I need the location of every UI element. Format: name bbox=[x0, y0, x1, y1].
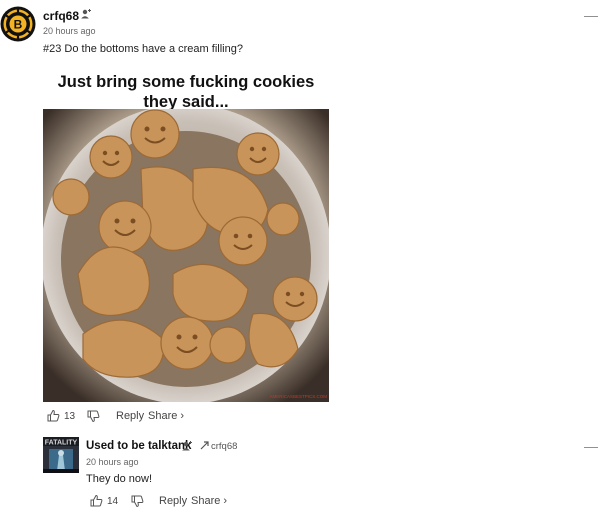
thumbs-up-icon[interactable] bbox=[90, 494, 103, 507]
follow-user-icon[interactable] bbox=[80, 8, 92, 20]
comment-username[interactable]: Used to be talktank bbox=[86, 440, 191, 452]
comment-username[interactable]: crfq68 bbox=[43, 9, 79, 23]
follow-user-icon[interactable] bbox=[181, 440, 193, 452]
comment-timestamp: 20 hours ago bbox=[86, 457, 139, 467]
reply-button[interactable]: Reply bbox=[116, 410, 144, 422]
reply-arrow-icon bbox=[200, 441, 209, 450]
comment-text: #23 Do the bottoms have a cream filling? bbox=[43, 43, 243, 55]
share-button[interactable]: Share › bbox=[148, 410, 184, 422]
more-options-icon[interactable]: — bbox=[584, 8, 598, 22]
cookie-photo: AMERICASBESTPICS.COM bbox=[43, 109, 329, 402]
comment-meme-image[interactable]: Just bring some fucking cookies they sai… bbox=[43, 66, 329, 402]
svg-text:B: B bbox=[14, 18, 23, 32]
reply-button[interactable]: Reply bbox=[159, 495, 187, 507]
reply-to-username[interactable]: crfq68 bbox=[211, 441, 237, 452]
meme-watermark: AMERICASBESTPICS.COM bbox=[269, 394, 327, 399]
meme-caption: Just bring some fucking cookies they sai… bbox=[57, 73, 315, 111]
thumbs-up-icon[interactable] bbox=[47, 409, 60, 422]
upvote-count: 14 bbox=[107, 496, 119, 507]
avatar-bruins-logo[interactable]: B bbox=[0, 6, 36, 42]
comment-timestamp: 20 hours ago bbox=[43, 26, 96, 36]
more-options-icon[interactable]: — bbox=[584, 439, 598, 453]
comment-text: They do now! bbox=[86, 473, 153, 485]
svg-text:FATALITY: FATALITY bbox=[45, 440, 78, 447]
thumbs-down-icon[interactable] bbox=[131, 495, 144, 508]
upvote-count: 13 bbox=[64, 411, 76, 422]
thumbs-down-icon[interactable] bbox=[87, 410, 100, 423]
share-button[interactable]: Share › bbox=[191, 495, 227, 507]
avatar-user[interactable]: FATALITY bbox=[43, 437, 79, 473]
